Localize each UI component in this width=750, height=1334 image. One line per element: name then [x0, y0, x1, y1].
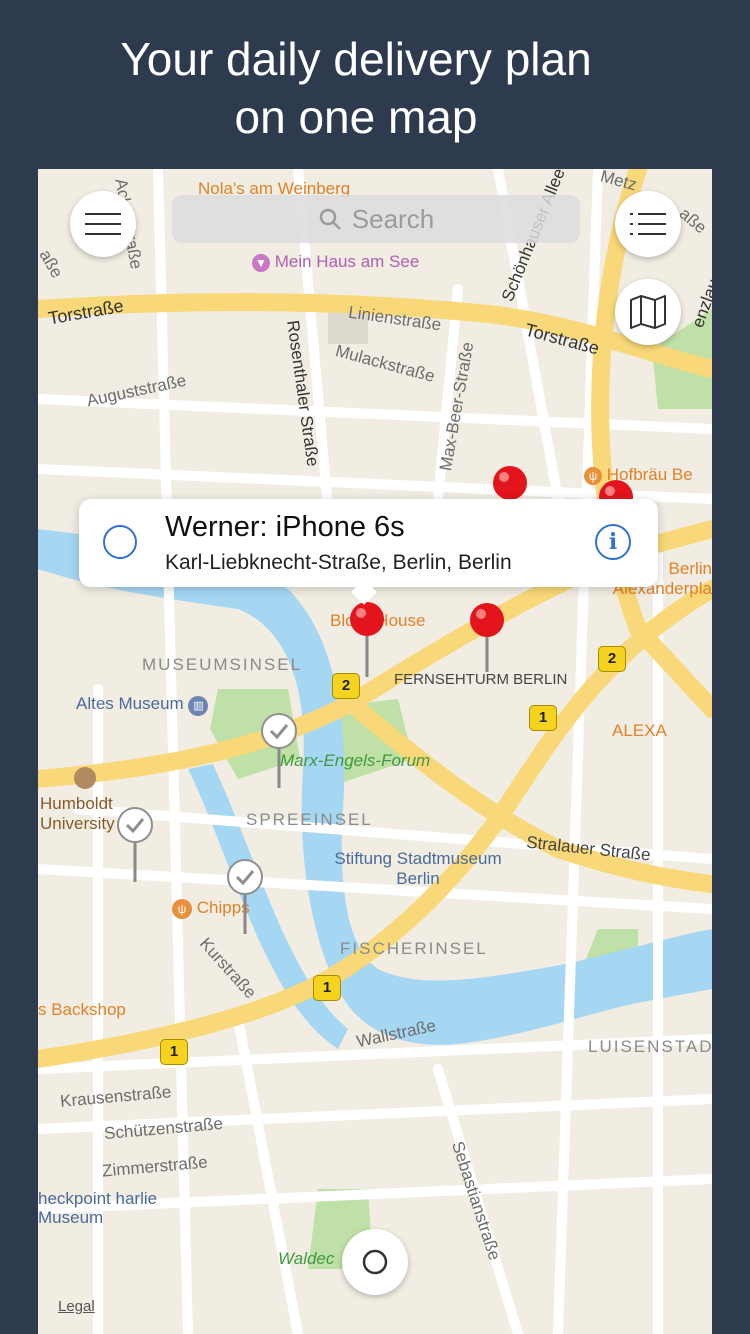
poi-checkpoint[interactable]: heckpoint harlie Museum: [38, 1189, 168, 1227]
poi-alexa[interactable]: ALEXA: [612, 721, 667, 741]
headline-line-1: Your daily delivery plan: [120, 33, 592, 85]
info-icon[interactable]: i: [595, 524, 631, 560]
legal-link[interactable]: Legal: [58, 1298, 95, 1315]
hamburger-menu-icon: [85, 213, 121, 235]
poi-mein-haus-am-see[interactable]: ▼ Mein Haus am See: [252, 252, 419, 272]
list-button[interactable]: [615, 191, 681, 257]
delivery-pin-red[interactable]: [467, 602, 507, 682]
road-shield: 1: [160, 1039, 188, 1065]
poi-backshop[interactable]: s Backshop: [38, 1000, 126, 1020]
location-icon: [362, 1249, 388, 1275]
headline: Your daily delivery plan on one map: [0, 30, 712, 146]
university-icon: [74, 767, 96, 789]
district-fischerinsel: FISCHERINSEL: [340, 939, 488, 958]
poi-altes-museum[interactable]: Altes Museum ▥: [76, 694, 209, 716]
poi-humboldt-label: Humboldt University: [40, 794, 115, 833]
poi-mein-haus-label: Mein Haus am See: [274, 252, 420, 271]
callout-title: Werner: iPhone 6s: [165, 511, 405, 543]
list-icon: [630, 213, 666, 235]
road-shield: 1: [313, 975, 341, 1001]
district-luisenstadt: LUISENSTAD: [588, 1037, 712, 1056]
delivered-pin-check[interactable]: [259, 712, 299, 792]
menu-button[interactable]: [70, 191, 136, 257]
museum-icon: ▥: [188, 696, 209, 716]
callout-address: Karl-Liebknecht-Straße, Berlin, Berlin: [165, 551, 512, 574]
restaurant-icon: ψ: [172, 899, 192, 919]
district-museumsinsel: MUSEUMSINSEL: [142, 655, 303, 674]
status-circle-icon[interactable]: [103, 525, 137, 559]
poi-stiftung[interactable]: Stiftung Stadtmuseum Berlin: [328, 849, 508, 889]
map-view[interactable]: Ackerstraße Torstraße Torstraße Linienst…: [38, 169, 712, 1334]
search-placeholder: Search: [351, 203, 435, 234]
delivery-callout[interactable]: Werner: iPhone 6s Karl-Liebknecht-Straße…: [79, 499, 658, 605]
poi-altes-museum-label: Altes Museum: [76, 694, 184, 713]
poi-waldeck[interactable]: Waldec: [278, 1249, 334, 1269]
locate-button[interactable]: [342, 1229, 408, 1295]
poi-marx-engels-forum[interactable]: Marx-Engels-Forum: [280, 751, 430, 771]
map-icon: [630, 295, 666, 329]
search-icon: [319, 208, 341, 230]
delivery-pin-red-selected[interactable]: [347, 601, 387, 681]
cocktail-icon: ▼: [252, 254, 270, 272]
delivered-pin-check[interactable]: [115, 806, 155, 886]
headline-line-2: on one map: [234, 91, 478, 143]
road-shield: 2: [598, 646, 626, 672]
road-shield: 1: [529, 705, 557, 731]
district-spreeinsel: SPREEINSEL: [246, 810, 373, 829]
search-bar[interactable]: Search: [172, 195, 580, 243]
delivered-pin-check[interactable]: [225, 858, 265, 938]
map-mode-button[interactable]: [615, 279, 681, 345]
